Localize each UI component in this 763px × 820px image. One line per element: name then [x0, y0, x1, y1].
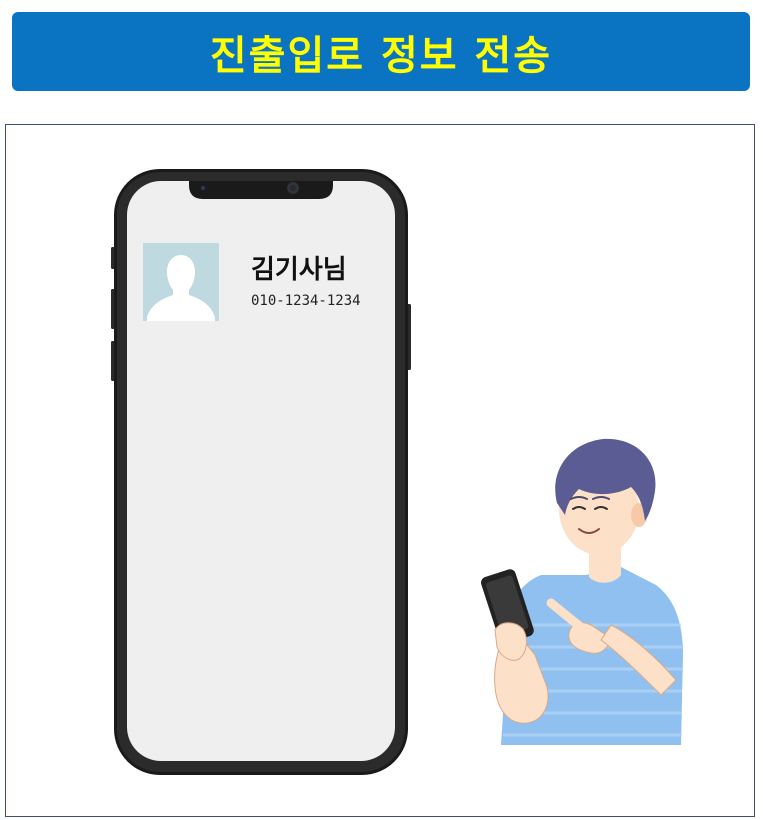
man-holding-phone-icon — [481, 438, 683, 745]
content-frame: 김기사님 010-1234-1234 — [5, 124, 755, 817]
person-silhouette-icon — [143, 243, 219, 321]
page-title: 진출입로 정보 전송 — [209, 32, 553, 79]
title-banner: 진출입로 정보 전송 — [12, 12, 750, 91]
contact-phone: 010-1234-1234 — [251, 293, 361, 309]
contact-name: 김기사님 — [251, 255, 347, 285]
page: 진출입로 정보 전송 김기사님 010-1234-1234 — [0, 0, 763, 820]
